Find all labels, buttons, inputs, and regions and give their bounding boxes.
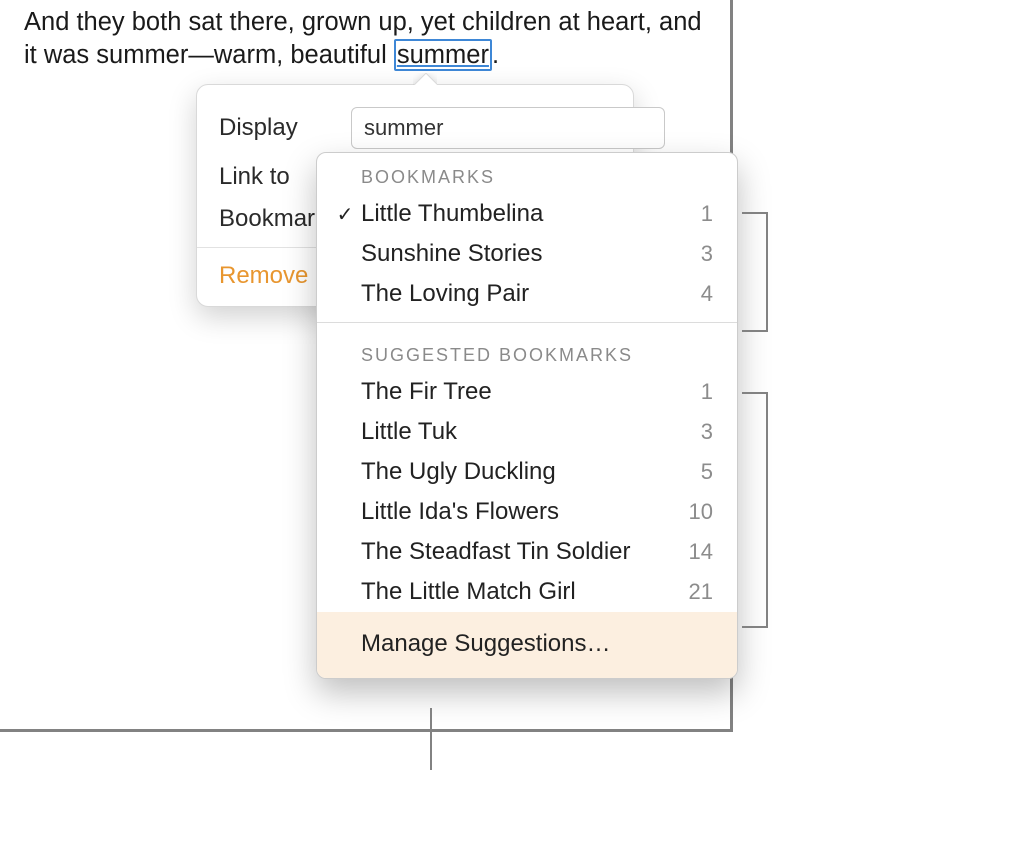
suggested-count: 5	[689, 459, 713, 485]
bookmark-dropdown[interactable]: BOOKMARKS ✓ Little Thumbelina 1 Sunshine…	[316, 152, 738, 679]
suggested-list: The Fir Tree 1 Little Tuk 3 The Ugly Duc…	[317, 372, 737, 612]
suggested-item[interactable]: Little Tuk 3	[317, 412, 737, 452]
paragraph-before: And they both sat there, grown up, yet c…	[24, 8, 702, 69]
bookmark-name: Sunshine Stories	[361, 240, 689, 268]
suggested-name: The Fir Tree	[361, 378, 689, 406]
suggested-item[interactable]: The Fir Tree 1	[317, 372, 737, 412]
bookmark-item[interactable]: Sunshine Stories 3	[317, 234, 737, 274]
callout-bracket-bookmarks	[742, 212, 768, 332]
callout-line-manage	[430, 708, 432, 770]
suggested-item[interactable]: The Ugly Duckling 5	[317, 452, 737, 492]
suggested-item[interactable]: The Steadfast Tin Soldier 14	[317, 532, 737, 572]
suggested-count: 3	[689, 419, 713, 445]
suggested-item[interactable]: Little Ida's Flowers 10	[317, 492, 737, 532]
manage-suggestions-button[interactable]: Manage Suggestions…	[317, 612, 737, 678]
bookmark-item[interactable]: ✓ Little Thumbelina 1	[317, 194, 737, 234]
suggested-item[interactable]: The Little Match Girl 21	[317, 572, 737, 612]
suggested-count: 1	[689, 379, 713, 405]
checkmark-icon: ✓	[329, 202, 361, 227]
bookmark-count: 4	[689, 281, 713, 307]
suggested-name: Little Tuk	[361, 418, 689, 446]
bookmark-count: 3	[689, 241, 713, 267]
bookmark-item[interactable]: The Loving Pair 4	[317, 274, 737, 314]
display-input[interactable]	[351, 107, 665, 149]
suggested-count: 21	[677, 579, 713, 605]
suggested-section-header: SUGGESTED BOOKMARKS	[317, 331, 737, 372]
paragraph-text: And they both sat there, grown up, yet c…	[24, 6, 706, 71]
bookmark-name: Little Thumbelina	[361, 200, 689, 228]
linked-word-summer[interactable]: summer	[394, 39, 492, 71]
bookmarks-list: ✓ Little Thumbelina 1 Sunshine Stories 3…	[317, 194, 737, 314]
bookmark-name: The Loving Pair	[361, 280, 689, 308]
callout-bracket-suggested	[742, 392, 768, 628]
remove-link-button[interactable]: Remove	[219, 262, 308, 289]
display-label: Display	[219, 114, 351, 142]
suggested-name: Little Ida's Flowers	[361, 498, 677, 526]
suggested-name: The Little Match Girl	[361, 578, 677, 606]
suggested-count: 10	[677, 499, 713, 525]
bookmark-count: 1	[689, 201, 713, 227]
paragraph-after: .	[492, 41, 499, 69]
bookmarks-section-header: BOOKMARKS	[317, 153, 737, 194]
suggested-name: The Ugly Duckling	[361, 458, 689, 486]
suggested-count: 14	[677, 539, 713, 565]
suggested-name: The Steadfast Tin Soldier	[361, 538, 677, 566]
popover-pointer-icon	[413, 73, 437, 85]
menu-divider	[317, 322, 737, 323]
